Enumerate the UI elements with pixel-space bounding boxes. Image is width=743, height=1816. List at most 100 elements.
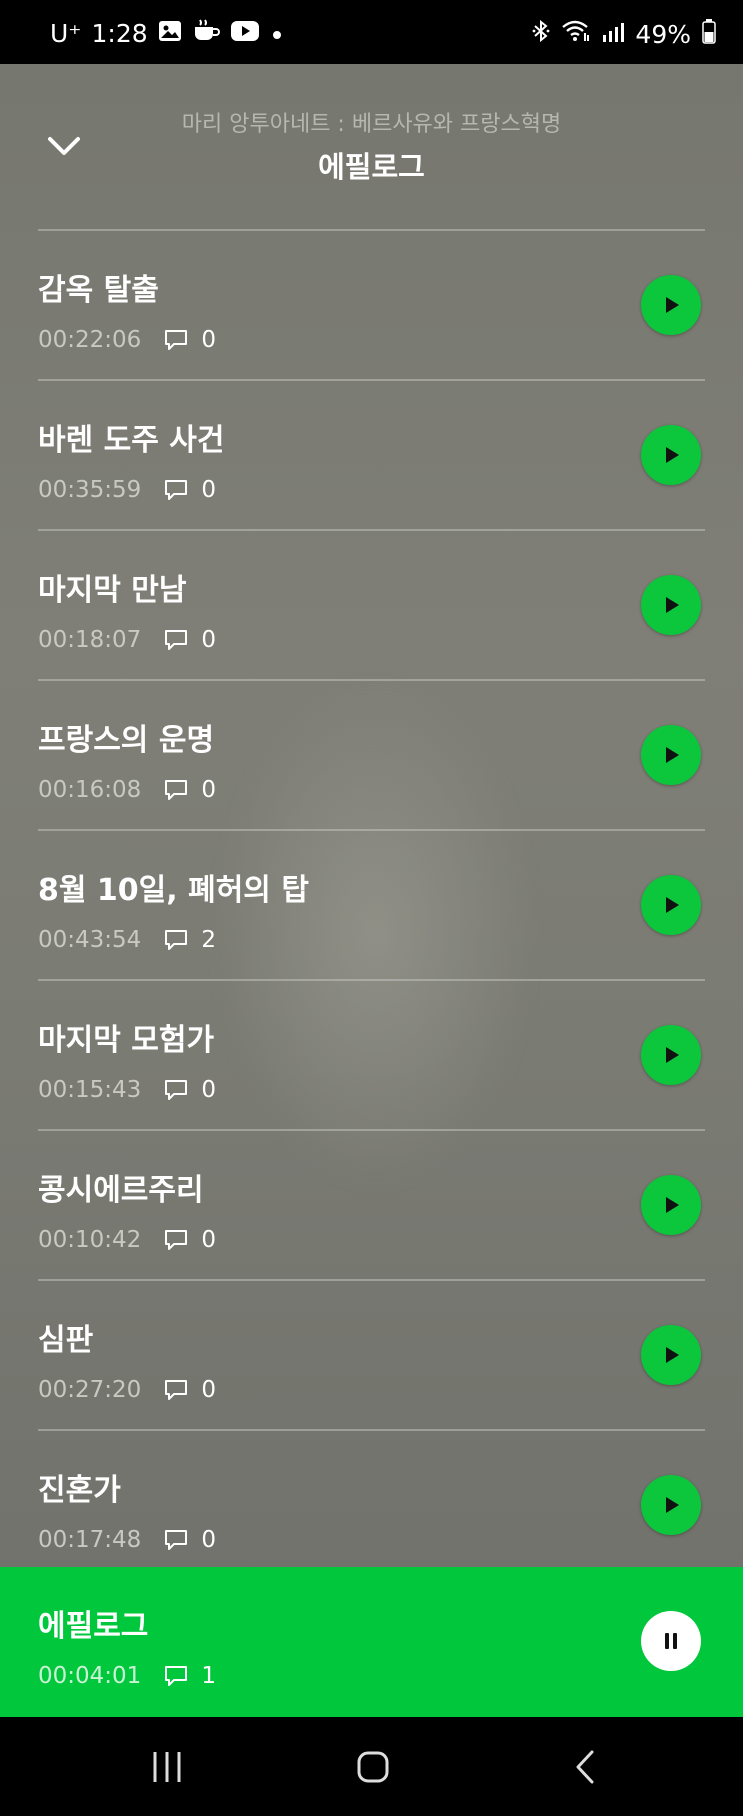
comment-icon bbox=[165, 1080, 188, 1100]
episode-row[interactable]: 심판 00:27:20 0 bbox=[38, 1279, 705, 1429]
episode-duration: 00:22:06 bbox=[38, 327, 142, 353]
episode-list: 감옥 탈출 00:22:06 0 바렌 도주 사건 00:35:59 0 마지막… bbox=[0, 229, 743, 1579]
episode-meta: 00:17:48 0 bbox=[38, 1527, 216, 1553]
comment-count: 0 bbox=[201, 1077, 216, 1103]
play-icon bbox=[666, 1047, 679, 1063]
comment-icon bbox=[165, 1230, 188, 1250]
gallery-icon bbox=[158, 19, 182, 48]
comment-icon bbox=[165, 1380, 188, 1400]
episode-duration: 00:16:08 bbox=[38, 777, 142, 803]
episode-duration: 00:35:59 bbox=[38, 477, 142, 503]
system-navigation-bar bbox=[0, 1717, 743, 1816]
comment-icon bbox=[165, 930, 188, 950]
episode-meta: 00:10:42 0 bbox=[38, 1227, 216, 1253]
episode-meta: 00:15:43 0 bbox=[38, 1077, 216, 1103]
episode-title: 감옥 탈출 bbox=[38, 273, 159, 308]
play-button[interactable] bbox=[641, 875, 701, 935]
episode-duration: 00:10:42 bbox=[38, 1227, 142, 1253]
play-button[interactable] bbox=[641, 575, 701, 635]
comment-count: 0 bbox=[201, 327, 216, 353]
wifi-icon bbox=[561, 19, 591, 49]
episode-title: 마지막 만남 bbox=[38, 573, 187, 608]
now-playing-row[interactable]: 에필로그 00:04:01 1 bbox=[0, 1567, 743, 1717]
episode-row[interactable]: 마지막 만남 00:18:07 0 bbox=[38, 529, 705, 679]
youtube-icon bbox=[230, 19, 260, 48]
episode-duration: 00:43:54 bbox=[38, 927, 142, 953]
now-playing-duration: 00:04:01 bbox=[38, 1663, 142, 1689]
now-playing-title: 에필로그 bbox=[38, 1609, 149, 1644]
play-button[interactable] bbox=[641, 425, 701, 485]
play-button[interactable] bbox=[641, 725, 701, 785]
episode-meta: 00:16:08 0 bbox=[38, 777, 216, 803]
comment-count: 0 bbox=[201, 777, 216, 803]
episode-row[interactable]: 마지막 모험가 00:15:43 0 bbox=[38, 979, 705, 1129]
comment-icon bbox=[165, 1530, 188, 1550]
coffee-icon bbox=[192, 18, 220, 48]
episode-meta: 00:18:07 0 bbox=[38, 627, 216, 653]
play-button[interactable] bbox=[641, 1475, 701, 1535]
episode-title: 8월 10일, 폐허의 탑 bbox=[38, 873, 309, 908]
episode-row[interactable]: 감옥 탈출 00:22:06 0 bbox=[38, 229, 705, 379]
bluetooth-icon bbox=[531, 19, 551, 49]
play-button[interactable] bbox=[641, 275, 701, 335]
episode-duration: 00:17:48 bbox=[38, 1527, 142, 1553]
episode-row[interactable]: 바렌 도주 사건 00:35:59 0 bbox=[38, 379, 705, 529]
carrier-label: U⁺ bbox=[50, 18, 82, 48]
episode-duration: 00:18:07 bbox=[38, 627, 142, 653]
battery-percent: 49% bbox=[635, 19, 691, 49]
comment-count: 0 bbox=[201, 627, 216, 653]
home-icon bbox=[357, 1751, 389, 1783]
header: 마리 앙투아네트 : 베르사유와 프랑스혁명 에필로그 bbox=[0, 64, 743, 229]
status-bar: U⁺ 1:28 49% bbox=[0, 0, 743, 64]
comment-count: 0 bbox=[201, 1377, 216, 1403]
episode-row[interactable]: 프랑스의 운명 00:16:08 0 bbox=[38, 679, 705, 829]
pause-icon bbox=[665, 1633, 677, 1649]
comment-icon bbox=[165, 780, 188, 800]
back-button[interactable] bbox=[560, 1747, 610, 1787]
episode-title: 심판 bbox=[38, 1323, 94, 1358]
play-icon bbox=[666, 747, 679, 763]
recent-apps-icon bbox=[153, 1752, 181, 1782]
series-title: 마리 앙투아네트 : 베르사유와 프랑스혁명 bbox=[181, 112, 562, 137]
home-button[interactable] bbox=[348, 1747, 398, 1787]
now-playing-meta: 00:04:01 1 bbox=[38, 1663, 216, 1689]
comment-icon bbox=[165, 330, 188, 350]
comment-count: 2 bbox=[201, 927, 216, 953]
battery-icon bbox=[701, 18, 717, 50]
play-icon bbox=[666, 297, 679, 313]
episode-duration: 00:27:20 bbox=[38, 1377, 142, 1403]
comment-count: 0 bbox=[201, 1527, 216, 1553]
play-icon bbox=[666, 1347, 679, 1363]
pause-button[interactable] bbox=[641, 1611, 701, 1671]
current-episode-title: 에필로그 bbox=[318, 150, 425, 184]
comment-icon bbox=[165, 480, 188, 500]
play-icon bbox=[666, 597, 679, 613]
episode-title: 콩시에르주리 bbox=[38, 1173, 204, 1208]
signal-icon bbox=[601, 20, 625, 49]
episode-row[interactable]: 8월 10일, 폐허의 탑 00:43:54 2 bbox=[38, 829, 705, 979]
episode-row[interactable]: 진혼가 00:17:48 0 bbox=[38, 1429, 705, 1579]
episode-duration: 00:15:43 bbox=[38, 1077, 142, 1103]
play-icon bbox=[666, 897, 679, 913]
comment-count: 0 bbox=[201, 477, 216, 503]
episode-meta: 00:22:06 0 bbox=[38, 327, 216, 353]
episode-meta: 00:43:54 2 bbox=[38, 927, 216, 953]
now-playing-comment-count: 1 bbox=[201, 1663, 216, 1689]
play-icon bbox=[666, 1497, 679, 1513]
comment-count: 0 bbox=[201, 1227, 216, 1253]
episode-row[interactable]: 콩시에르주리 00:10:42 0 bbox=[38, 1129, 705, 1279]
comment-icon bbox=[165, 1666, 188, 1686]
clock: 1:28 bbox=[91, 18, 148, 48]
dot-icon bbox=[270, 19, 284, 48]
episode-meta: 00:27:20 0 bbox=[38, 1377, 216, 1403]
episode-title: 프랑스의 운명 bbox=[38, 723, 215, 758]
comment-icon bbox=[165, 630, 188, 650]
play-button[interactable] bbox=[641, 1175, 701, 1235]
back-icon bbox=[576, 1750, 594, 1784]
recent-apps-button[interactable] bbox=[142, 1747, 192, 1787]
play-button[interactable] bbox=[641, 1325, 701, 1385]
play-button[interactable] bbox=[641, 1025, 701, 1085]
play-icon bbox=[666, 1197, 679, 1213]
episode-meta: 00:35:59 0 bbox=[38, 477, 216, 503]
episode-title: 진혼가 bbox=[38, 1473, 121, 1508]
